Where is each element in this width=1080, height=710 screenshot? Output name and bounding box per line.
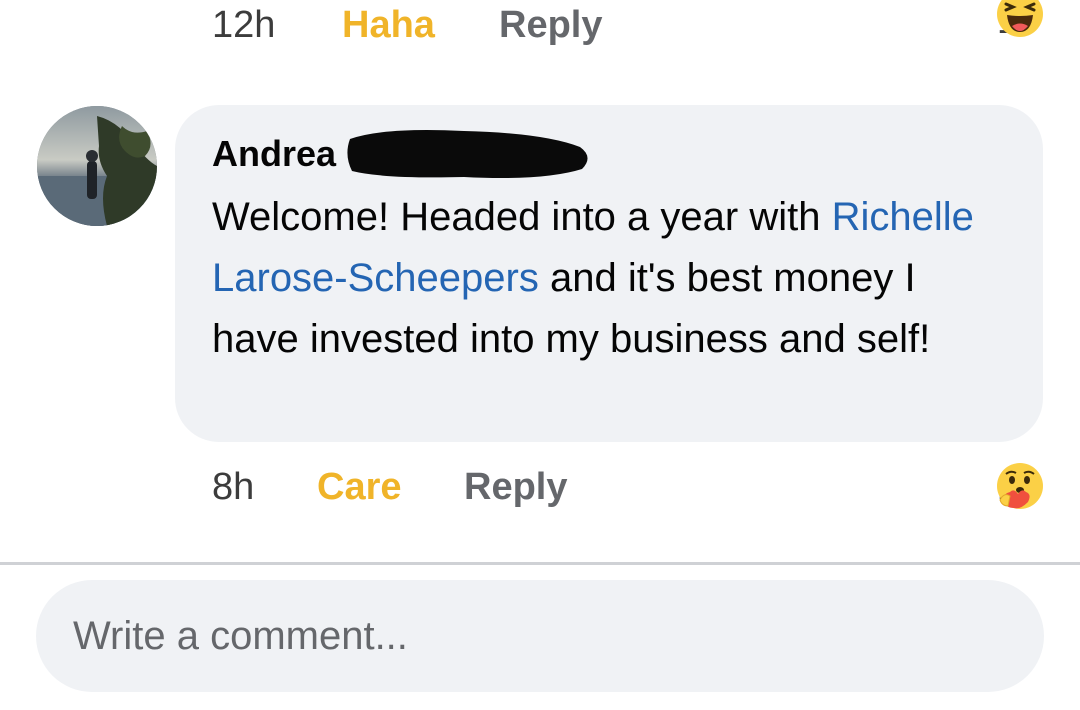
comment-actions: 8h Care Reply 1 [0, 462, 1080, 512]
care-emoji-icon[interactable] [996, 462, 1044, 510]
comment-input[interactable]: Write a comment... [36, 580, 1044, 692]
comment-body: Welcome! Headed into a year with Richell… [212, 187, 1012, 370]
haha-emoji-icon[interactable] [996, 0, 1044, 38]
redaction-mark [347, 130, 588, 178]
previous-comment-actions: 12h Haha Reply 1 [0, 0, 1080, 50]
section-divider [0, 562, 1080, 565]
profile-photo-avatar [37, 106, 157, 226]
comment-timestamp: 12h [212, 4, 276, 46]
reply-button[interactable]: Reply [499, 0, 602, 50]
reaction-button[interactable]: Care [317, 462, 402, 512]
comment-author-row: Andrea [212, 130, 588, 178]
reply-button[interactable]: Reply [464, 462, 567, 512]
reaction-button[interactable]: Haha [342, 0, 435, 50]
comment-timestamp: 8h [212, 466, 255, 508]
comment-author-name[interactable]: Andrea [212, 133, 336, 174]
comment-text-lead: Welcome! Headed into a year with [212, 195, 832, 239]
comment-bubble[interactable]: Andrea Welcome! Headed into a year with … [175, 105, 1043, 442]
comment-input-placeholder: Write a comment... [73, 614, 408, 658]
avatar[interactable] [37, 106, 157, 226]
